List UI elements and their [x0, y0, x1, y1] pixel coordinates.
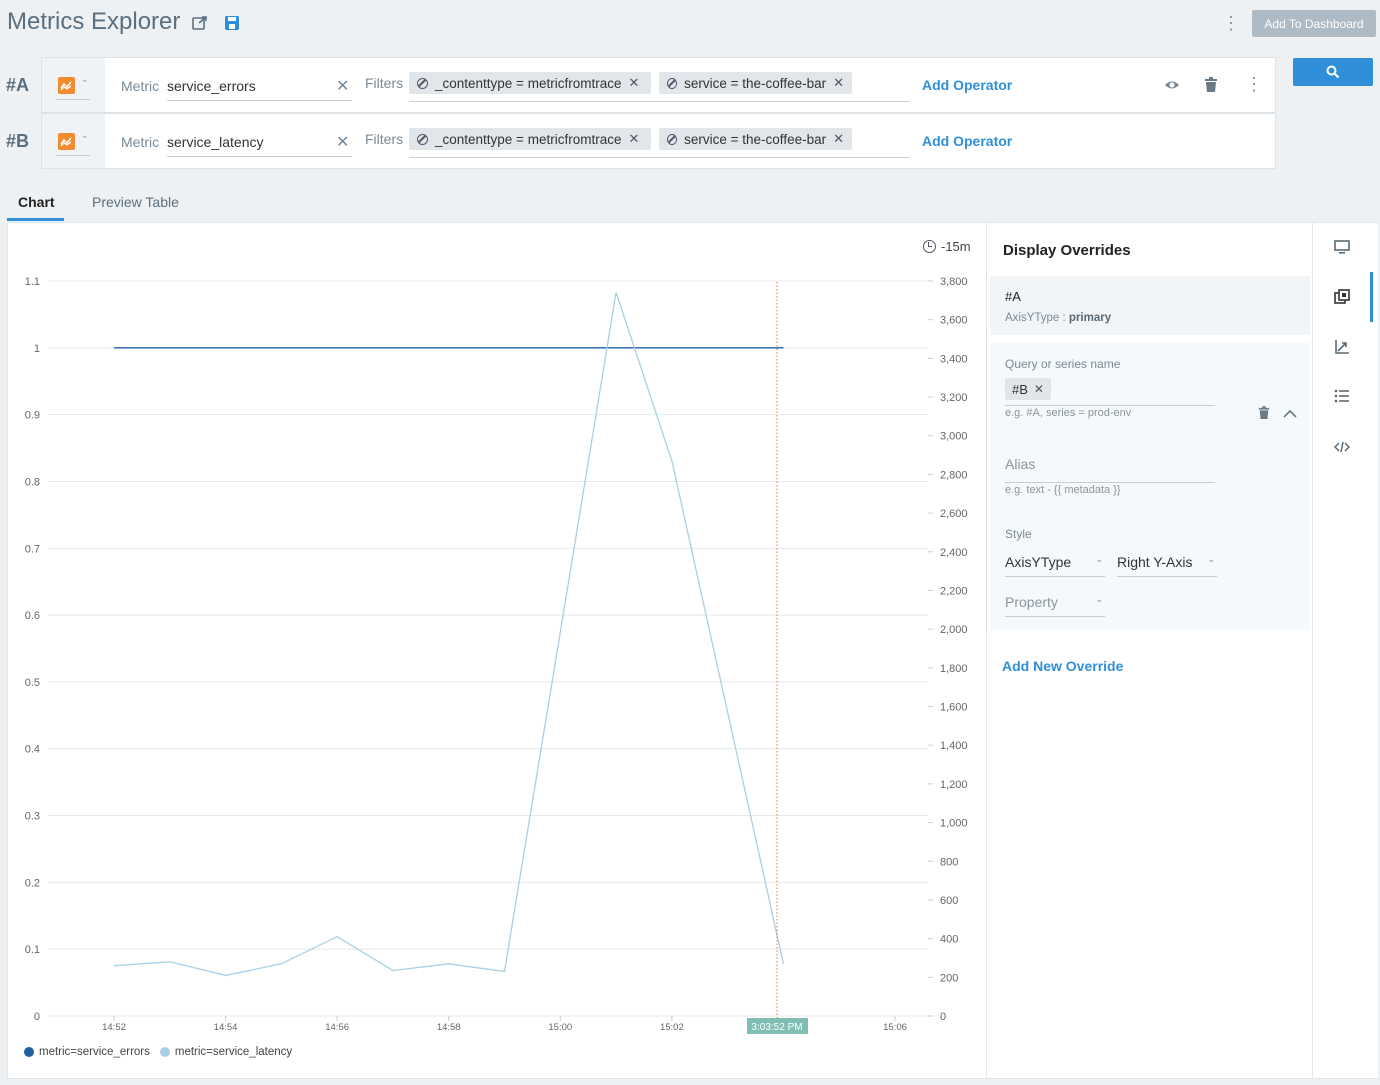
right-axis-tick-label: 1,400 [940, 740, 968, 752]
left-axis-tick-label: 0.9 [25, 410, 40, 422]
overrides-title: Display Overrides [1003, 242, 1131, 259]
override-editor: Query or series name #B ✕ e.g. #A, serie… [990, 343, 1310, 630]
legend-list-icon[interactable] [1334, 389, 1352, 407]
right-axis-tick-label: 3,400 [940, 353, 968, 365]
left-axis-tick-label: 0.7 [25, 543, 40, 555]
x-axis-tick-label: 14:54 [214, 1022, 238, 1033]
monitor-icon[interactable] [1334, 240, 1352, 258]
active-sidebar-indicator [1370, 272, 1373, 322]
series-line-latency [113, 292, 785, 977]
left-axis-tick-label: 0.3 [25, 811, 40, 823]
right-axis-tick-label: 2,600 [940, 508, 968, 520]
alias-hint: e.g. text - {{ metadata }} [1005, 484, 1121, 496]
trash-icon[interactable] [1258, 406, 1270, 425]
left-axis-tick-label: 0.1 [25, 944, 40, 956]
property-select[interactable]: Property ⌄ [1005, 594, 1105, 617]
right-axis-tick-label: 200 [940, 972, 958, 984]
style-label: Style [1005, 527, 1032, 541]
right-axis-tick-label: 800 [940, 856, 958, 868]
chevron-down-icon: ⌄ [1095, 594, 1103, 604]
trash-icon[interactable] [1204, 77, 1218, 98]
left-axis-tick-label: 0.4 [25, 744, 40, 756]
left-axis-tick-label: 1.1 [25, 276, 40, 288]
query-chip[interactable]: #B ✕ [1005, 378, 1051, 400]
right-axis-tick-label: 2,200 [940, 585, 968, 597]
x-axis-tick-label: 14:56 [325, 1022, 349, 1033]
chevron-down-icon: ⌄ [1095, 554, 1103, 564]
legend-swatch [24, 1047, 34, 1057]
right-axis-tick-label: 1,200 [940, 779, 968, 791]
right-axis-tick-label: 2,800 [940, 469, 968, 481]
legend-item-errors[interactable]: metric=service_errors [24, 1046, 150, 1058]
x-axis-tick-label: 14:58 [437, 1022, 461, 1033]
legend-swatch [159, 1047, 170, 1057]
override-axis: AxisYType : primary [1005, 312, 1112, 324]
right-axis-tick-label: 2,400 [940, 547, 968, 559]
axis-select[interactable]: Right Y-Axis ⌄ [1117, 554, 1217, 577]
chart-legend: metric=service_errors metric=service_lat… [24, 1046, 292, 1058]
add-new-override-link[interactable]: Add New Override [1002, 658, 1123, 674]
left-axis-tick-label: 0 [34, 1011, 40, 1023]
right-axis-tick-label: 400 [940, 934, 958, 946]
axes-icon[interactable] [1334, 339, 1352, 357]
x-axis-tick-label: 15:06 [883, 1022, 907, 1033]
x-axis-tick-label: 15:02 [660, 1022, 684, 1033]
right-axis-tick-label: 2,000 [940, 624, 968, 636]
legend-item-latency[interactable]: metric=service_latency [159, 1046, 292, 1058]
override-name: #A [1005, 289, 1021, 304]
eye-icon[interactable] [1164, 77, 1180, 98]
left-axis-tick-label: 1 [34, 343, 40, 355]
right-axis-tick-label: 1,000 [940, 818, 968, 830]
right-axis-tick-label: 3,600 [940, 315, 968, 327]
left-axis-tick-label: 0.6 [25, 610, 40, 622]
search-icon [1326, 65, 1340, 79]
query-hint: e.g. #A, series = prod-env [1005, 407, 1132, 419]
remove-chip-icon[interactable]: ✕ [1034, 382, 1044, 396]
code-icon[interactable] [1333, 440, 1352, 458]
left-axis-tick-label: 0.5 [25, 677, 40, 689]
chevron-down-icon: ⌄ [1207, 554, 1215, 564]
x-axis-tick-label: 15:00 [548, 1022, 572, 1033]
left-axis-tick-label: 0.2 [25, 877, 40, 889]
row-options-icon[interactable]: ⋮ [1245, 75, 1263, 93]
cursor-time-label: 3:03:52 PM [751, 1022, 802, 1033]
right-axis-tick-label: 1,600 [940, 702, 968, 714]
add-to-dashboard-button[interactable]: Add To Dashboard [1252, 10, 1376, 37]
right-axis-tick-label: 3,000 [940, 431, 968, 443]
query-name-label: Query or series name [1005, 357, 1121, 371]
style-select[interactable]: AxisYType ⌄ [1005, 554, 1105, 577]
chevron-up-icon[interactable] [1283, 406, 1297, 424]
right-axis-tick-label: 0 [940, 1011, 946, 1023]
right-axis-tick-label: 3,800 [940, 276, 968, 288]
line-chart[interactable]: 0 0.1 0.2 0.3 0.4 0.5 0.6 0.7 0.8 0.9 1 1.1 0 200 400… [0, 0, 990, 1045]
override-item-a[interactable]: #A AxisYType : primary [990, 276, 1310, 335]
left-axis-tick-label: 0.8 [25, 476, 40, 488]
right-axis-tick-label: 1,800 [940, 663, 968, 675]
search-button[interactable] [1293, 58, 1373, 86]
alias-input[interactable]: Alias [1005, 456, 1035, 472]
overrides-icon[interactable] [1334, 289, 1352, 307]
x-axis-tick-label: 14:52 [102, 1022, 126, 1033]
right-axis-tick-label: 600 [940, 895, 958, 907]
right-axis-tick-label: 3,200 [940, 392, 968, 404]
more-options-icon[interactable]: ⋮ [1222, 14, 1240, 32]
